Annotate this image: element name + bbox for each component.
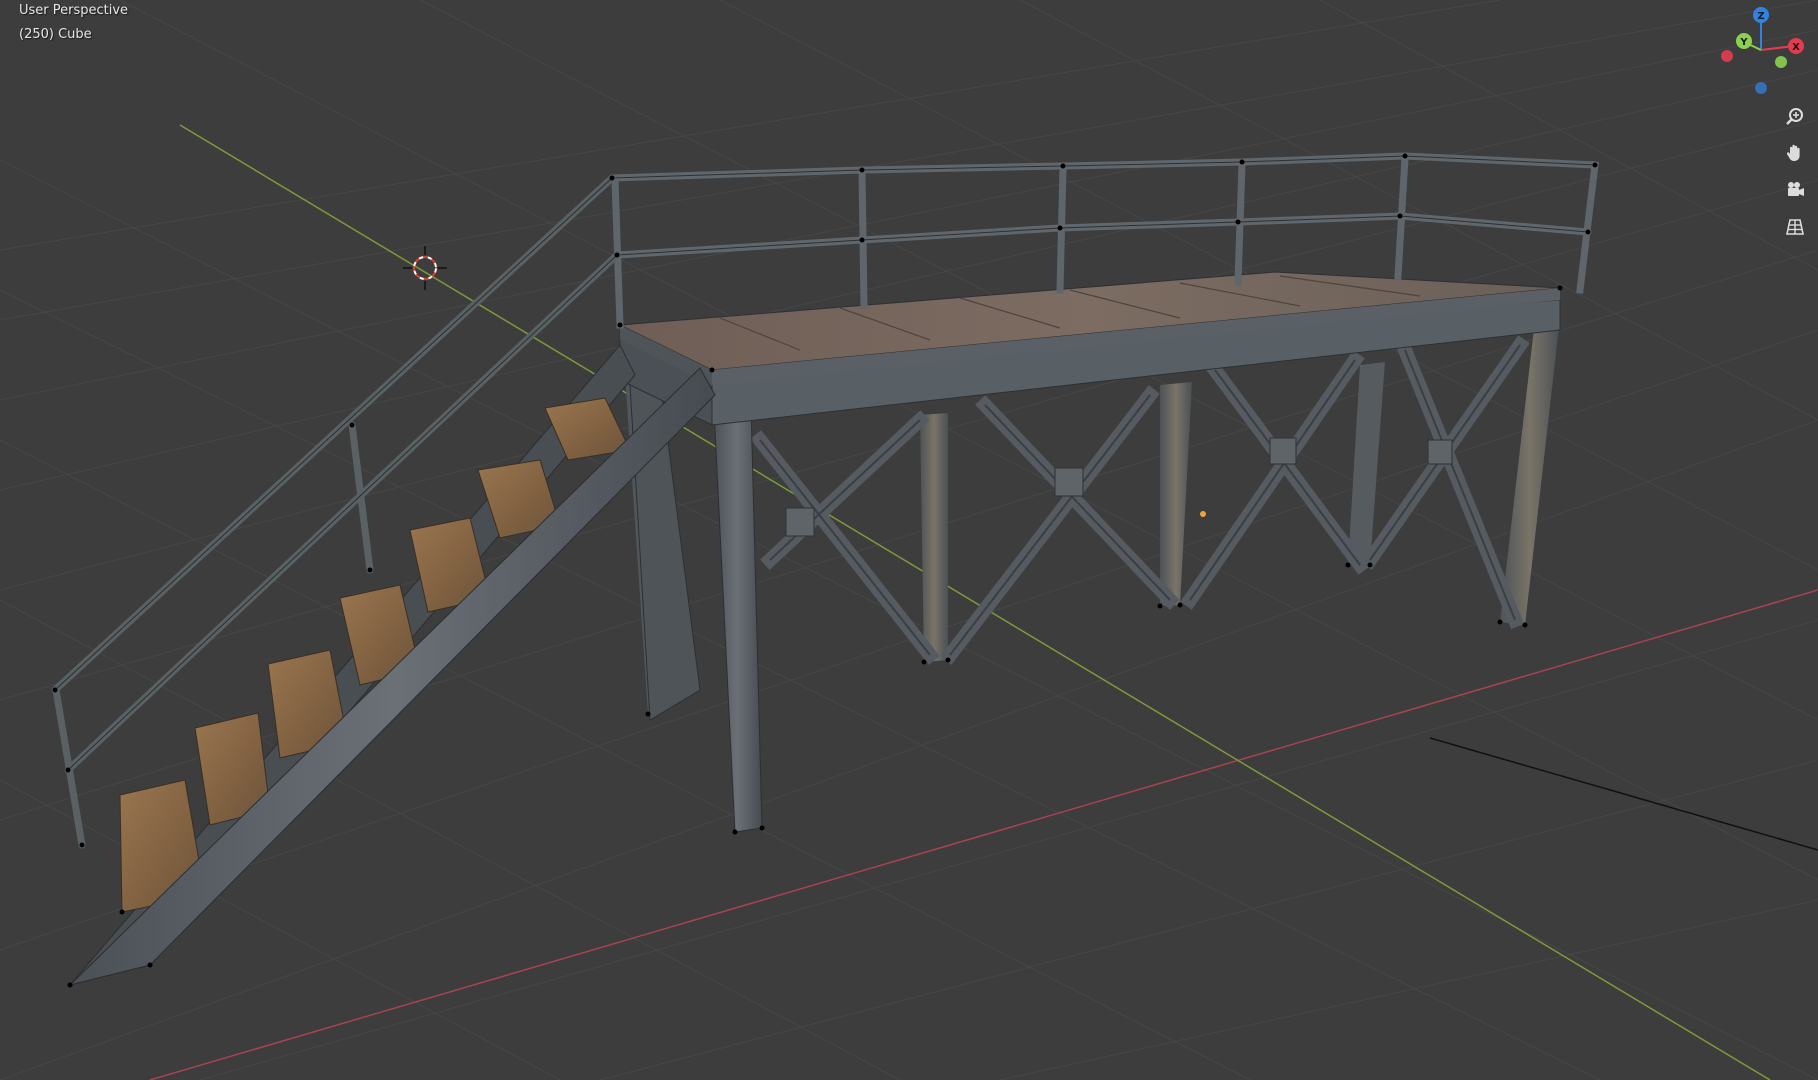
3d-scene[interactable]	[0, 0, 1818, 1080]
x-axis-icon[interactable]: X	[1788, 38, 1804, 54]
orthographic-grid-icon	[1786, 219, 1804, 235]
x-axis-label: X	[1792, 42, 1800, 53]
pan-hand-icon	[1786, 144, 1800, 161]
zoom-button[interactable]	[1780, 102, 1810, 132]
object-info-label: (250) Cube	[19, 27, 92, 42]
object-origin-icon[interactable]	[1200, 511, 1206, 517]
z-axis-icon[interactable]: Z	[1753, 7, 1769, 23]
camera-icon	[1788, 182, 1804, 196]
neg-z-axis-icon[interactable]	[1755, 82, 1767, 94]
3d-cursor-icon[interactable]	[403, 246, 447, 290]
y-axis-label: Y	[1739, 37, 1748, 48]
y-axis-icon[interactable]: Y	[1736, 33, 1752, 49]
camera-view-button[interactable]	[1780, 175, 1810, 205]
platform-mesh[interactable]	[608, 152, 1599, 833]
z-axis-label: Z	[1757, 11, 1764, 22]
neg-y-axis-icon[interactable]	[1775, 56, 1787, 68]
3d-viewport[interactable]: User Perspective (250) Cube Z Y X	[0, 0, 1818, 1080]
orthographic-toggle-button[interactable]	[1780, 212, 1810, 242]
zoom-icon	[1786, 108, 1803, 125]
selected-edge-line	[1429, 737, 1818, 851]
pan-button[interactable]	[1780, 138, 1810, 168]
neg-x-axis-icon[interactable]	[1721, 50, 1733, 62]
navigation-gizmo[interactable]: Z Y X	[1716, 4, 1816, 99]
view-name-label: User Perspective	[19, 3, 129, 18]
